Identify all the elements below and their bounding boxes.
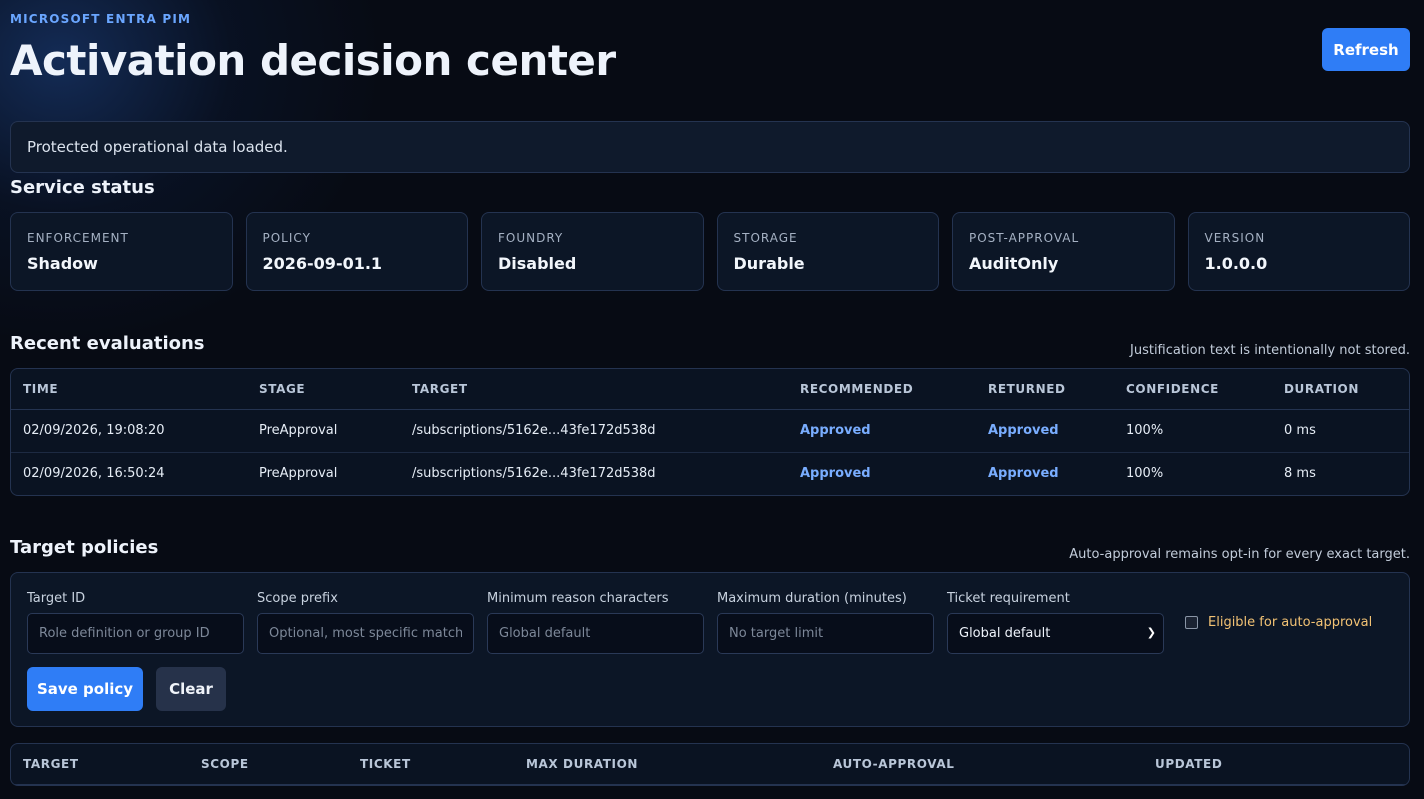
- status-card-value: 2026-09-01.1: [262, 254, 383, 273]
- status-card-value: 1.0.0.0: [1204, 254, 1268, 273]
- status-card-enforcement: ENFORCEMENT Shadow: [10, 212, 233, 291]
- column-header: UPDATED: [1143, 744, 1409, 785]
- column-header: TICKET: [348, 744, 514, 785]
- auto-approval-label: Eligible for auto-approval: [1208, 615, 1373, 630]
- target-id-field-group: Target ID: [27, 591, 244, 654]
- cell-confidence: 100%: [1114, 409, 1272, 453]
- page-title: Activation decision center: [10, 36, 616, 85]
- table-row: 02/09/2026, 16:50:24 PreApproval /subscr…: [11, 452, 1409, 495]
- cell-stage: PreApproval: [259, 466, 338, 482]
- service-status-grid: ENFORCEMENT Shadow POLICY 2026-09-01.1 F…: [10, 212, 1410, 291]
- cell-duration: 0 ms: [1272, 409, 1409, 453]
- auto-approval-checkbox[interactable]: [1185, 616, 1198, 629]
- recent-evaluations-heading: Recent evaluations: [10, 333, 205, 354]
- status-card-version: VERSION 1.0.0.0: [1187, 212, 1410, 291]
- column-header: STAGE: [247, 369, 400, 410]
- cell-time: 02/09/2026, 19:08:20: [11, 409, 247, 453]
- cell-duration: 8 ms: [1284, 466, 1316, 482]
- policy-form: Target ID Scope prefix Minimum reason ch…: [10, 572, 1410, 727]
- min-reason-label: Minimum reason characters: [487, 591, 669, 606]
- status-card-label: STORAGE: [733, 231, 798, 245]
- save-policy-button[interactable]: Save policy: [27, 667, 143, 711]
- status-card-policy: POLICY 2026-09-01.1: [245, 212, 468, 291]
- status-card-label: ENFORCEMENT: [27, 231, 129, 245]
- policies-note: Auto-approval remains opt-in for every e…: [1069, 547, 1410, 562]
- scope-prefix-input[interactable]: [257, 613, 474, 654]
- scope-field-group: Scope prefix: [257, 591, 474, 654]
- status-card-storage: STORAGE Durable: [716, 212, 939, 291]
- status-card-value: Durable: [733, 254, 805, 273]
- scope-prefix-label: Scope prefix: [257, 591, 338, 606]
- table-header-row: TIME STAGE TARGET RECOMMENDED RETURNED C…: [11, 369, 1409, 410]
- column-header: TARGET: [11, 744, 189, 785]
- column-header: CONFIDENCE: [1114, 369, 1272, 410]
- column-header: RECOMMENDED: [788, 369, 976, 410]
- status-notice: Protected operational data loaded.: [10, 121, 1410, 173]
- status-card-label: FOUNDRY: [498, 231, 564, 245]
- max-duration-field-group: Maximum duration (minutes): [717, 591, 934, 654]
- policies-table: TARGET SCOPE TICKET MAX DURATION AUTO-AP…: [10, 743, 1410, 786]
- column-header: RETURNED: [976, 369, 1114, 410]
- min-reason-input[interactable]: [487, 613, 704, 654]
- cell-target: /subscriptions/5162e...43fe172d538d: [412, 466, 656, 482]
- cell-time: 02/09/2026, 16:50:24: [23, 466, 165, 482]
- cell-returned: Approved: [988, 466, 1059, 482]
- status-card-value: AuditOnly: [969, 254, 1059, 273]
- status-card-post-approval: POST-APPROVAL AuditOnly: [952, 212, 1175, 291]
- cell-recommended: Approved: [800, 466, 871, 482]
- min-reason-field-group: Minimum reason characters: [487, 591, 704, 654]
- refresh-button[interactable]: Refresh: [1322, 28, 1410, 71]
- max-duration-label: Maximum duration (minutes): [717, 591, 907, 606]
- max-duration-input[interactable]: [717, 613, 934, 654]
- status-card-label: VERSION: [1204, 231, 1266, 245]
- target-policies-heading: Target policies: [10, 537, 159, 558]
- evaluations-note: Justification text is intentionally not …: [1130, 343, 1410, 358]
- status-card-value: Disabled: [498, 254, 577, 273]
- status-card-foundry: FOUNDRY Disabled: [481, 212, 704, 291]
- table-row: 02/09/2026, 19:08:20 PreApproval /subscr…: [11, 409, 1409, 453]
- target-id-input[interactable]: [27, 613, 244, 654]
- column-header: DURATION: [1272, 369, 1409, 410]
- status-card-label: POLICY: [262, 231, 311, 245]
- service-status-heading: Service status: [10, 177, 155, 198]
- cell-confidence: 100%: [1126, 466, 1164, 482]
- column-header: TARGET: [400, 369, 788, 410]
- cell-stage: PreApproval: [247, 409, 400, 453]
- clear-button[interactable]: Clear: [156, 667, 226, 711]
- ticket-select-wrapper: Global default ❯: [947, 613, 1164, 654]
- cell-recommended: Approved: [788, 409, 976, 453]
- target-id-label: Target ID: [27, 591, 86, 606]
- status-card-label: POST-APPROVAL: [969, 231, 1080, 245]
- notice-text: Protected operational data loaded.: [27, 138, 288, 156]
- cell-returned: Approved: [976, 409, 1114, 453]
- column-header: AUTO-APPROVAL: [821, 744, 1143, 785]
- column-header: MAX DURATION: [514, 744, 821, 785]
- eyebrow-label: MICROSOFT ENTRA PIM: [10, 12, 192, 26]
- column-header: TIME: [11, 369, 247, 410]
- column-header: SCOPE: [189, 744, 348, 785]
- auto-approval-checkbox-row[interactable]: Eligible for auto-approval: [1185, 615, 1372, 630]
- cell-target: /subscriptions/5162e...43fe172d538d: [400, 409, 788, 453]
- evaluations-table: TIME STAGE TARGET RECOMMENDED RETURNED C…: [10, 368, 1410, 496]
- ticket-requirement-select[interactable]: Global default: [947, 613, 1164, 654]
- ticket-requirement-label: Ticket requirement: [947, 591, 1070, 606]
- ticket-field-group: Ticket requirement Global default ❯: [947, 591, 1164, 654]
- table-header-row: TARGET SCOPE TICKET MAX DURATION AUTO-AP…: [11, 744, 1409, 785]
- status-card-value: Shadow: [27, 254, 98, 273]
